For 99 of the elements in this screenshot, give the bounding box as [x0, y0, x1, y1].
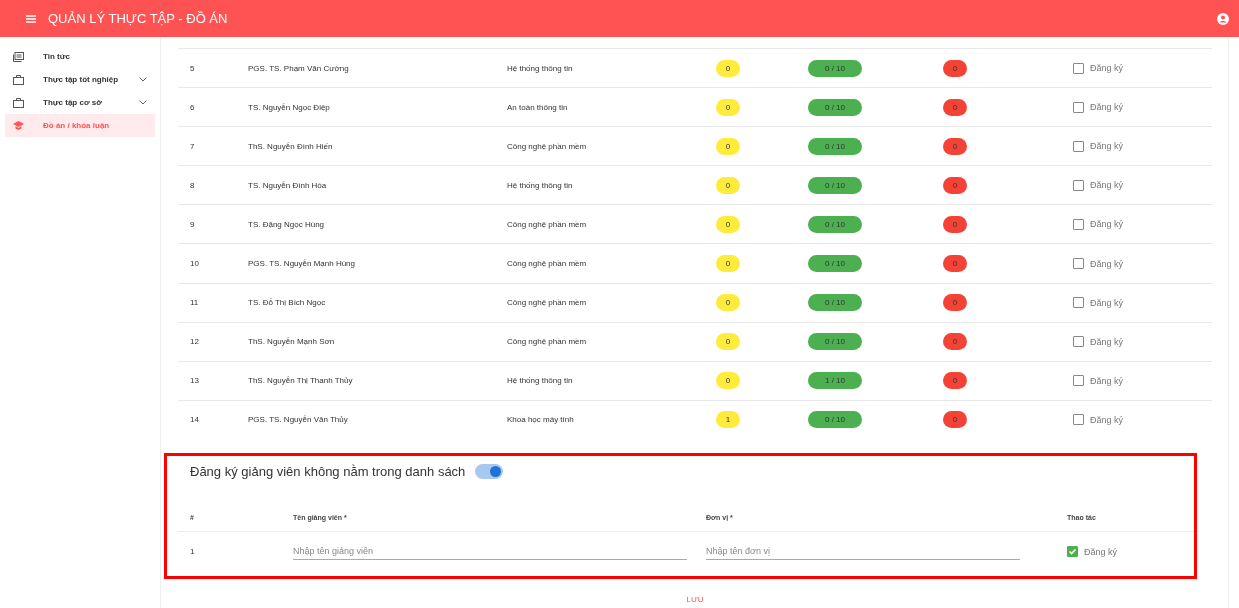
lecturer-name: TS. Đỗ Thị Bích Ngọc — [248, 298, 327, 308]
quota-badge: 0 / 10 — [808, 59, 862, 77]
checkbox[interactable] — [1073, 179, 1084, 191]
checkbox[interactable] — [1073, 140, 1084, 152]
sidebar-item[interactable]: Thực tập tốt nghiệp — [5, 68, 155, 91]
department-name: Hệ thống thông tin — [507, 63, 574, 73]
lecturer-name: ThS. Nguyễn Đình Hiến — [248, 141, 334, 151]
count-badge: 0 — [943, 294, 967, 312]
count-badge: 0 — [943, 372, 967, 390]
checkbox[interactable] — [1073, 336, 1084, 348]
quota-badge: 0 / 10 — [808, 294, 862, 312]
count-badge: 0 — [716, 215, 740, 233]
row-number: 7 — [190, 141, 196, 151]
checkbox-label[interactable]: Đăng ký — [1090, 414, 1124, 425]
department-name: Công nghệ phần mềm — [507, 298, 588, 308]
lecturer-name: PGS. TS. Nguyễn Mạnh Hùng — [248, 259, 357, 268]
sidebar-item[interactable]: Đồ án / khóa luận — [5, 114, 155, 137]
count-badge: 0 — [716, 333, 740, 351]
lecturer-name: ThS. Nguyễn Mạnh Sơn — [248, 337, 336, 347]
quota-badge: 0 / 10 — [808, 215, 862, 233]
checkbox-label[interactable]: Đăng ký — [1090, 258, 1124, 269]
count-badge: 0 — [943, 98, 967, 116]
count-badge: 0 — [716, 294, 740, 312]
checkbox[interactable] — [1073, 62, 1084, 74]
checkbox[interactable] — [1073, 414, 1084, 426]
row-number: 13 — [190, 376, 200, 386]
count-badge: 0 — [943, 255, 967, 272]
checkbox[interactable] — [1073, 101, 1084, 113]
quota-badge: 1 / 10 — [808, 372, 862, 390]
count-badge: 0 — [943, 137, 967, 155]
menu-icon[interactable] — [26, 14, 36, 23]
row-number: 10 — [190, 259, 200, 268]
sidebar-item[interactable]: Thực tập cơ sở — [5, 91, 155, 114]
department-name: Công nghệ phần mềm — [507, 219, 588, 229]
count-badge: 0 — [943, 215, 967, 233]
checkbox[interactable] — [1073, 218, 1084, 230]
quota-badge: 0 / 10 — [808, 176, 862, 194]
app-title: QUẢN LÝ THỰC TẬP - ĐỒ ÁN — [48, 11, 228, 26]
department-name: Công nghệ phần mềm — [507, 259, 588, 268]
section-title: Đăng ký giảng viên không nằm trong danh sách — [190, 464, 466, 480]
checkbox-label[interactable]: Đăng ký — [1090, 102, 1124, 113]
graduation-cap-icon — [13, 121, 24, 130]
lecturer-name: ThS. Nguyễn Thị Thanh Thủy — [248, 376, 354, 386]
checkbox[interactable] — [1073, 375, 1084, 387]
department-name: Khoa học máy tính — [507, 415, 575, 425]
briefcase-icon — [13, 74, 24, 85]
chevron-down-icon[interactable] — [139, 77, 147, 82]
row-number: 14 — [190, 415, 200, 425]
quota-badge: 0 / 10 — [808, 411, 862, 429]
count-badge: 0 — [943, 176, 967, 194]
checkbox[interactable] — [1073, 258, 1084, 269]
department-name: Hệ thống thông tin — [507, 376, 574, 386]
count-badge: 0 — [716, 98, 740, 116]
department-name: Công nghệ phần mềm — [507, 337, 588, 347]
row-number: 11 — [190, 298, 200, 308]
department-name: Hệ thống thông tin — [507, 180, 574, 190]
briefcase-icon — [13, 97, 24, 108]
lecturer-name: PGS. TS. Nguyễn Văn Thủy — [248, 415, 349, 425]
checkbox-label[interactable]: Đăng ký — [1090, 297, 1124, 308]
quota-badge: 0 / 10 — [808, 333, 862, 351]
toggle-switch[interactable] — [475, 464, 504, 480]
checkbox[interactable] — [1067, 546, 1078, 558]
count-badge: 0 — [716, 372, 740, 390]
row-number: 12 — [190, 337, 200, 347]
row-number: 9 — [190, 219, 196, 229]
checkbox-label[interactable]: Đăng ký — [1090, 219, 1124, 230]
count-badge: 0 — [943, 333, 967, 351]
lecturer-name: TS. Đặng Ngọc Hùng — [248, 219, 326, 229]
count-badge: 0 — [716, 137, 740, 155]
checkbox-label[interactable]: Đăng ký — [1090, 375, 1124, 386]
checkbox-label[interactable]: Đăng ký — [1090, 63, 1124, 74]
news-icon — [13, 51, 24, 62]
checkbox-label[interactable]: Đăng ký — [1090, 180, 1124, 191]
checkbox-label[interactable]: Đăng ký — [1090, 336, 1124, 347]
quota-badge: 0 / 10 — [808, 98, 862, 116]
count-badge: 0 — [943, 411, 967, 429]
sidebar-item[interactable]: Tin tức — [5, 45, 155, 68]
row-number: 6 — [190, 102, 196, 112]
account-icon[interactable] — [1217, 12, 1229, 25]
lecturer-name: TS. Nguyễn Đình Hóa — [248, 180, 328, 190]
save-button[interactable]: LƯU — [678, 590, 712, 608]
row-number: 5 — [190, 63, 196, 73]
department-name: An toàn thông tin — [507, 102, 569, 112]
checkbox[interactable] — [1073, 297, 1084, 309]
row-number: 1 — [190, 547, 195, 557]
chevron-down-icon[interactable] — [139, 100, 147, 105]
checkbox-label[interactable]: Đăng ký — [1084, 546, 1118, 557]
quota-badge: 0 / 10 — [808, 137, 862, 155]
checkbox-label[interactable]: Đăng ký — [1090, 141, 1124, 152]
quota-badge: 0 / 10 — [808, 255, 862, 272]
department-name: Công nghệ phần mềm — [507, 141, 588, 151]
lecturer-name: PGS. TS. Phạm Văn Cường — [248, 63, 350, 73]
count-badge: 1 — [716, 411, 740, 429]
lecturer-name: TS. Nguyễn Ngọc Điệp — [248, 102, 331, 112]
count-badge: 0 — [716, 176, 740, 194]
count-badge: 0 — [943, 59, 967, 77]
count-badge: 0 — [716, 59, 740, 77]
row-number: 8 — [190, 180, 196, 190]
count-badge: 0 — [716, 255, 740, 272]
